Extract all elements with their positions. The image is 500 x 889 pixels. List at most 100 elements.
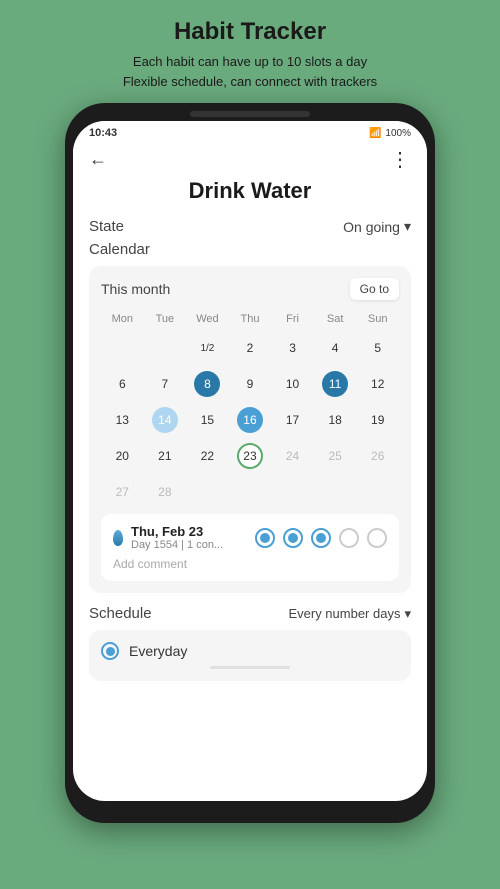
schedule-value-text: Every number days: [288, 606, 400, 621]
status-icons: 📶 100%: [369, 128, 411, 139]
cal-cell-empty7: [356, 476, 399, 508]
cal-cell-26: 26: [356, 440, 399, 472]
app-title: Habit Tracker: [123, 18, 377, 46]
cal-cell-empty6: [314, 476, 357, 508]
back-button[interactable]: ←: [89, 149, 107, 170]
state-value-text: On going: [343, 219, 400, 235]
day-info-card: Thu, Feb 23 Day 1554 | 1 con... Add comm…: [101, 514, 399, 581]
add-comment-button[interactable]: Add comment: [113, 557, 387, 571]
cal-cell-16[interactable]: 16: [229, 404, 272, 436]
cal-header-wed: Wed: [186, 310, 229, 328]
cal-cell-empty3: [186, 476, 229, 508]
more-menu-button[interactable]: ⋮: [390, 147, 411, 172]
habit-title: Drink Water: [89, 178, 411, 204]
cal-row-1: 1/2 2 3 4 5: [101, 332, 399, 364]
screen-content: Drink Water State On going ▾ Calendar Th…: [73, 178, 427, 801]
cal-cell-empty4: [229, 476, 272, 508]
state-label: State: [89, 218, 124, 235]
indicator-1: [255, 528, 275, 548]
cal-cell-12[interactable]: 12: [356, 368, 399, 400]
calendar-section-label: Calendar: [89, 241, 411, 258]
cal-cell-24: 24: [271, 440, 314, 472]
cal-cell-empty1: [101, 332, 144, 364]
nav-bar: ← ⋮: [73, 141, 427, 178]
cal-cell-22[interactable]: 22: [186, 440, 229, 472]
day-info-texts: Thu, Feb 23 Day 1554 | 1 con...: [131, 524, 223, 551]
subtitle-line1: Each habit can have up to 10 slots a day: [133, 54, 367, 69]
everyday-option[interactable]: Everyday: [101, 642, 399, 660]
cal-cell-7[interactable]: 7: [144, 368, 187, 400]
cal-cell-14[interactable]: 14: [144, 404, 187, 436]
day-info-sub: Day 1554 | 1 con...: [131, 539, 223, 551]
cal-header-thu: Thu: [229, 310, 272, 328]
calendar-header: This month Go to: [101, 278, 399, 300]
cal-cell-1-2[interactable]: 1/2: [186, 332, 229, 364]
everyday-radio[interactable]: [101, 642, 119, 660]
calendar-card: This month Go to Mon Tue Wed Thu Fri Sat…: [89, 266, 411, 593]
cal-cell-28: 28: [144, 476, 187, 508]
indicator-2: [283, 528, 303, 548]
cal-header-fri: Fri: [271, 310, 314, 328]
indicator-5: [367, 528, 387, 548]
phone-screen: 10:43 📶 100% ← ⋮ Drink Water State On go…: [73, 121, 427, 801]
calendar-header-row: Mon Tue Wed Thu Fri Sat Sun: [101, 310, 399, 328]
cal-row-2: 6 7 8 9 10 11 12: [101, 368, 399, 400]
day-info-date: Thu, Feb 23: [131, 524, 223, 539]
cal-cell-27: 27: [101, 476, 144, 508]
cal-cell-4[interactable]: 4: [314, 332, 357, 364]
schedule-label: Schedule: [89, 605, 152, 622]
month-label: This month: [101, 281, 170, 297]
app-subtitle: Each habit can have up to 10 slots a day…: [123, 52, 377, 91]
indicator-4: [339, 528, 359, 548]
phone-device: 10:43 📶 100% ← ⋮ Drink Water State On go…: [65, 103, 435, 823]
cal-cell-5[interactable]: 5: [356, 332, 399, 364]
state-dropdown[interactable]: On going ▾: [343, 218, 411, 235]
indicator-3: [311, 528, 331, 548]
cal-header-tue: Tue: [144, 310, 187, 328]
schedule-row: Schedule Every number days ▾: [89, 605, 411, 622]
schedule-divider: [210, 666, 290, 669]
circle-indicators: [255, 528, 387, 548]
cal-row-4: 20 21 22 23 24 25 26: [101, 440, 399, 472]
everyday-label: Everyday: [129, 643, 187, 659]
schedule-card: Everyday: [89, 630, 411, 681]
calendar-grid: Mon Tue Wed Thu Fri Sat Sun 1/2 2: [101, 310, 399, 508]
cal-cell-11[interactable]: 11: [314, 368, 357, 400]
chevron-down-schedule-icon: ▾: [404, 606, 411, 622]
schedule-dropdown[interactable]: Every number days ▾: [288, 606, 411, 622]
cal-header-mon: Mon: [101, 310, 144, 328]
cal-cell-17[interactable]: 17: [271, 404, 314, 436]
chevron-down-icon: ▾: [404, 218, 411, 235]
state-row: State On going ▾: [89, 218, 411, 235]
app-header: Habit Tracker Each habit can have up to …: [93, 0, 407, 103]
cal-cell-18[interactable]: 18: [314, 404, 357, 436]
cal-cell-23-today[interactable]: 23: [229, 440, 272, 472]
water-drop-icon: [113, 530, 123, 546]
cal-cell-6[interactable]: 6: [101, 368, 144, 400]
cal-cell-2[interactable]: 2: [229, 332, 272, 364]
cal-cell-10[interactable]: 10: [271, 368, 314, 400]
cal-row-3: 13 14 15 16 17 18 19: [101, 404, 399, 436]
status-time: 10:43: [89, 127, 117, 139]
cal-cell-empty2: [144, 332, 187, 364]
day-info-row: Thu, Feb 23 Day 1554 | 1 con...: [113, 524, 387, 551]
signal-icon: 📶: [369, 128, 381, 139]
cal-cell-empty5: [271, 476, 314, 508]
battery-text: 100%: [385, 128, 411, 139]
phone-notch: [190, 111, 310, 117]
status-bar: 10:43 📶 100%: [73, 121, 427, 141]
cal-cell-25: 25: [314, 440, 357, 472]
cal-cell-19[interactable]: 19: [356, 404, 399, 436]
cal-cell-20[interactable]: 20: [101, 440, 144, 472]
cal-cell-13[interactable]: 13: [101, 404, 144, 436]
cal-cell-21[interactable]: 21: [144, 440, 187, 472]
goto-button[interactable]: Go to: [350, 278, 399, 300]
cal-cell-9[interactable]: 9: [229, 368, 272, 400]
cal-cell-15[interactable]: 15: [186, 404, 229, 436]
cal-header-sun: Sun: [356, 310, 399, 328]
cal-row-5: 27 28: [101, 476, 399, 508]
cal-header-sat: Sat: [314, 310, 357, 328]
cal-cell-8[interactable]: 8: [186, 368, 229, 400]
cal-cell-3[interactable]: 3: [271, 332, 314, 364]
subtitle-line2: Flexible schedule, can connect with trac…: [123, 74, 377, 89]
